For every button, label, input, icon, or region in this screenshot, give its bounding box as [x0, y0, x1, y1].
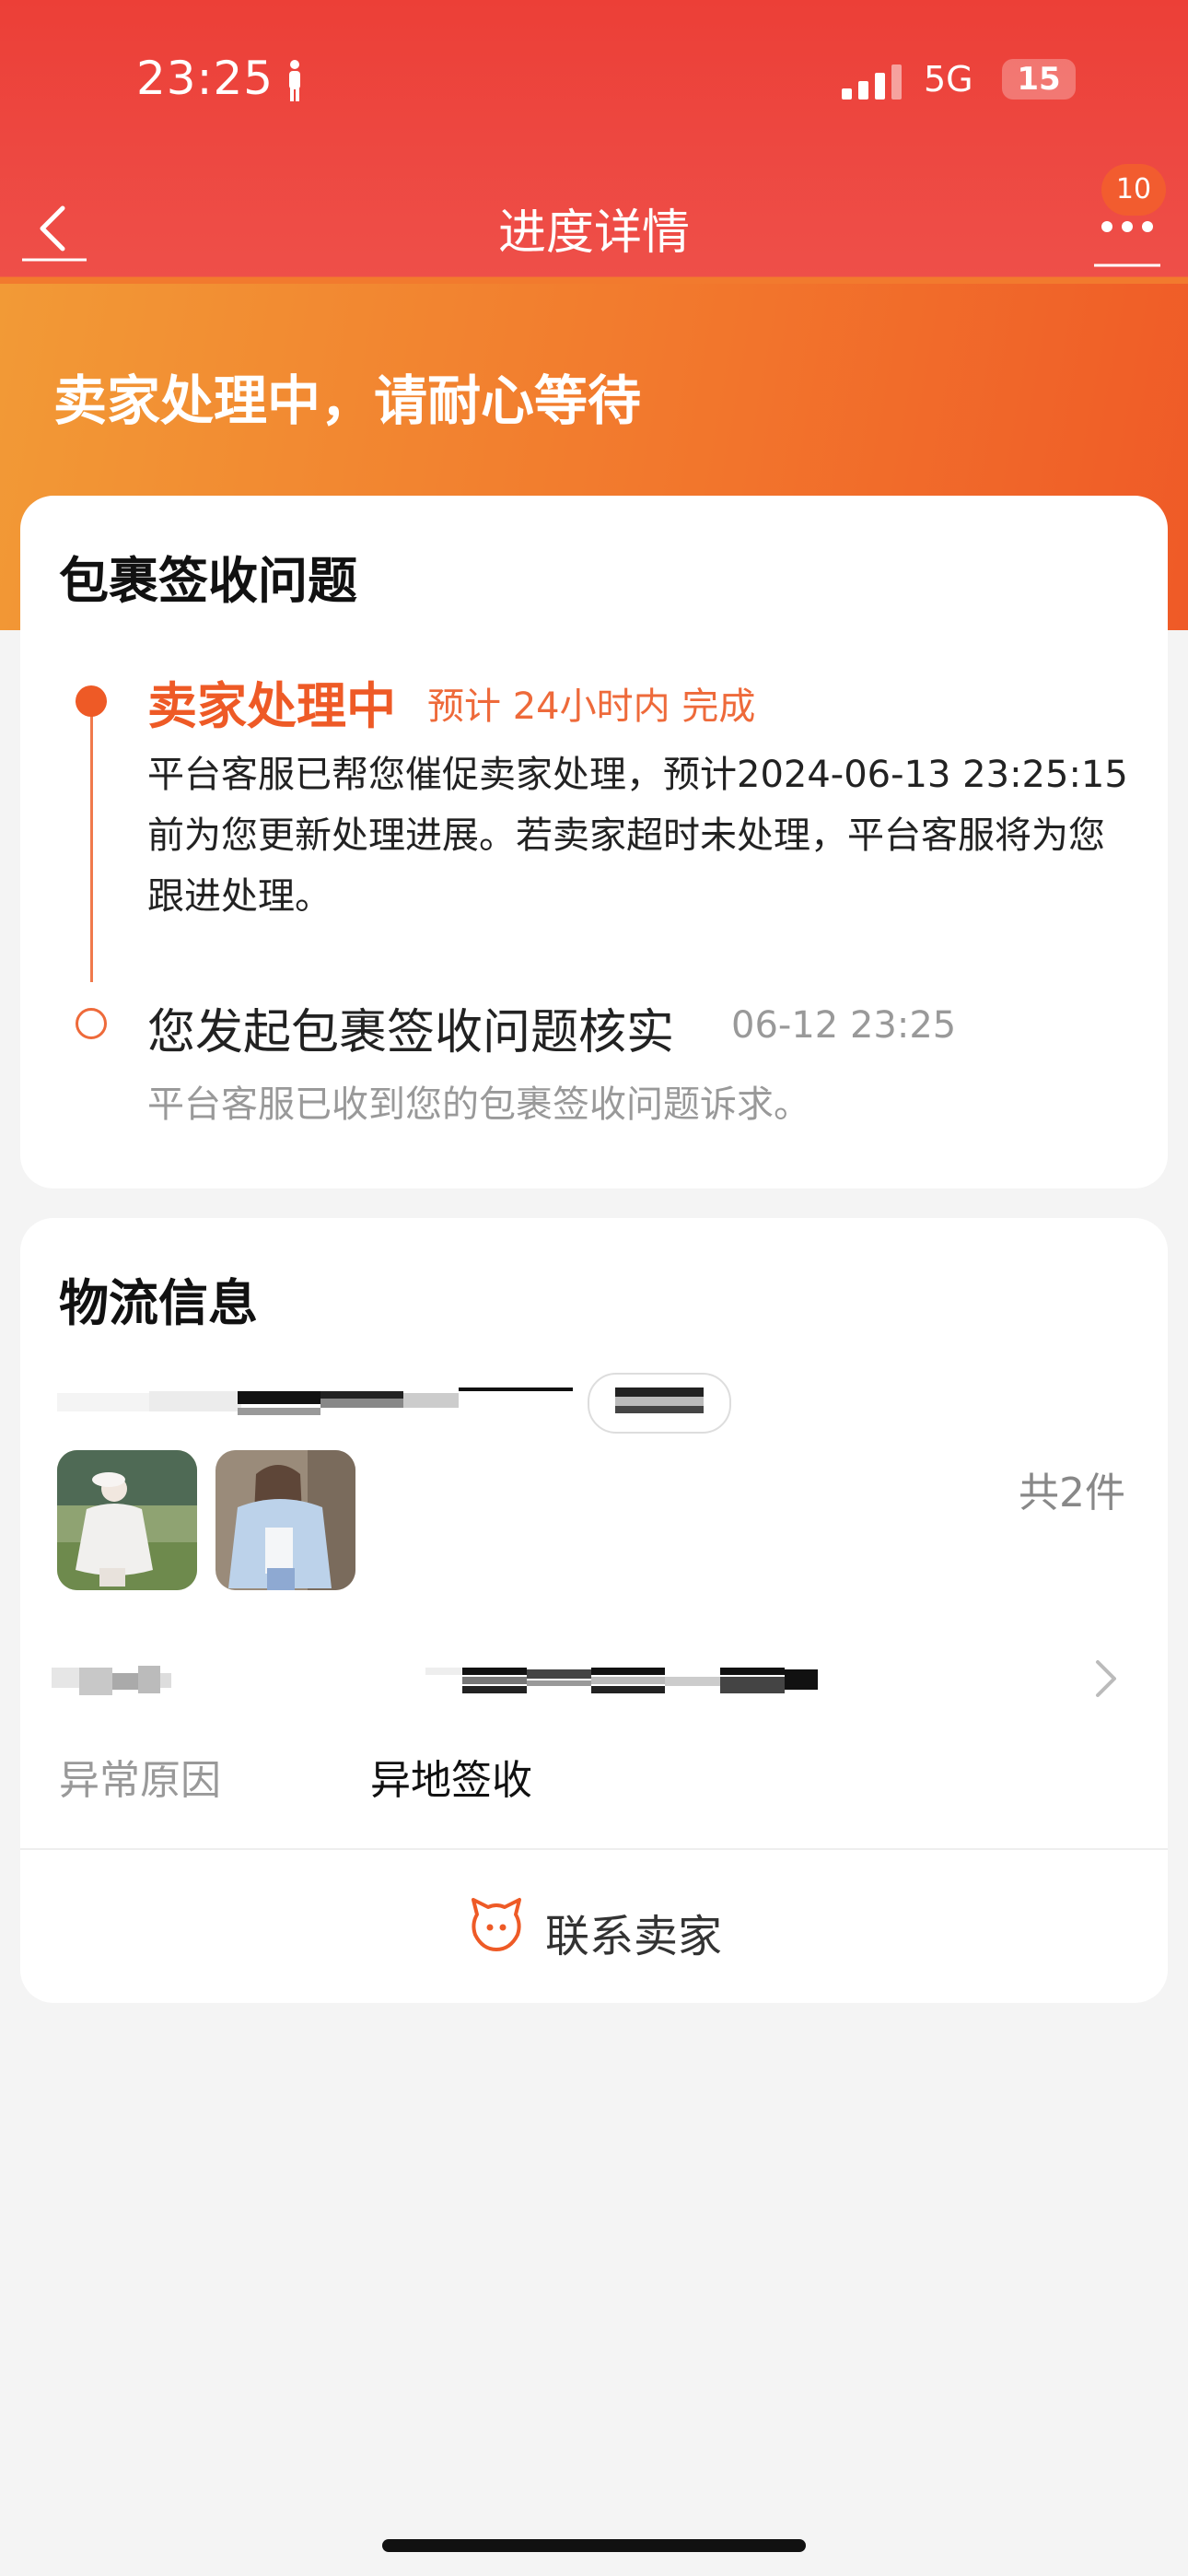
- chat-face-icon: [472, 1898, 521, 1951]
- status-time: 23:25: [136, 52, 274, 105]
- step-time: 06-12 23:25: [731, 1004, 957, 1047]
- contact-seller-label: 联系卖家: [545, 1911, 723, 1962]
- item-count: 共2件: [1019, 1469, 1125, 1516]
- step-description: 平台客服已帮您催促卖家处理，预计2024-06-13 23:25:15前为您更新…: [147, 754, 1128, 918]
- card-title: 包裹签收问题: [59, 552, 357, 610]
- abnormal-reason-value: 异地签收: [370, 1757, 532, 1804]
- signal-icon: [842, 64, 902, 100]
- timeline-dot: [76, 1008, 107, 1039]
- timeline-line: [90, 708, 93, 982]
- person-icon: [289, 60, 300, 101]
- timeline-dot-active: [76, 685, 107, 717]
- redacted-tracking-number: [425, 1668, 818, 1693]
- navigation-bar: 进度详情 10: [0, 157, 1188, 286]
- redacted-shop-tag: [588, 1373, 731, 1434]
- status-headline: 卖家处理中，请耐心等待: [53, 369, 642, 432]
- page-title: 进度详情: [497, 205, 690, 261]
- step-eta: 预计 24小时内 完成: [427, 685, 756, 728]
- abnormal-reason-label: 异常原因: [59, 1757, 221, 1804]
- status-bar: 23:25 5G 15: [0, 0, 1188, 157]
- issue-progress-card: 包裹签收问题 卖家处理中 预计 24小时内 完成 平台客服已帮您催促卖家处理，预…: [20, 496, 1168, 1188]
- network-type: 5G: [924, 59, 973, 100]
- logistics-card: 物流信息 共2件 异常原因 异地签收 联系卖家: [20, 1218, 1168, 2003]
- battery-level: 15: [1017, 61, 1061, 98]
- contact-seller-button[interactable]: 联系卖家: [20, 1863, 1168, 2001]
- step-description: 平台客服已收到您的包裹签收问题诉求。: [147, 1083, 810, 1126]
- card-title: 物流信息: [59, 1274, 258, 1332]
- step-title: 卖家处理中: [147, 677, 396, 735]
- step-title: 您发起包裹签收问题核实: [147, 1005, 675, 1060]
- home-indicator[interactable]: [382, 2539, 806, 2552]
- notification-badge: 10: [1101, 164, 1166, 216]
- redacted-shop-name: [57, 1388, 573, 1415]
- chevron-right-icon[interactable]: [1092, 1657, 1120, 1701]
- divider: [20, 1848, 1168, 1850]
- product-thumbnail[interactable]: [57, 1450, 197, 1590]
- battery-icon: 15: [1002, 59, 1076, 100]
- product-thumbnail[interactable]: [215, 1450, 355, 1590]
- redacted-label: [52, 1666, 171, 1695]
